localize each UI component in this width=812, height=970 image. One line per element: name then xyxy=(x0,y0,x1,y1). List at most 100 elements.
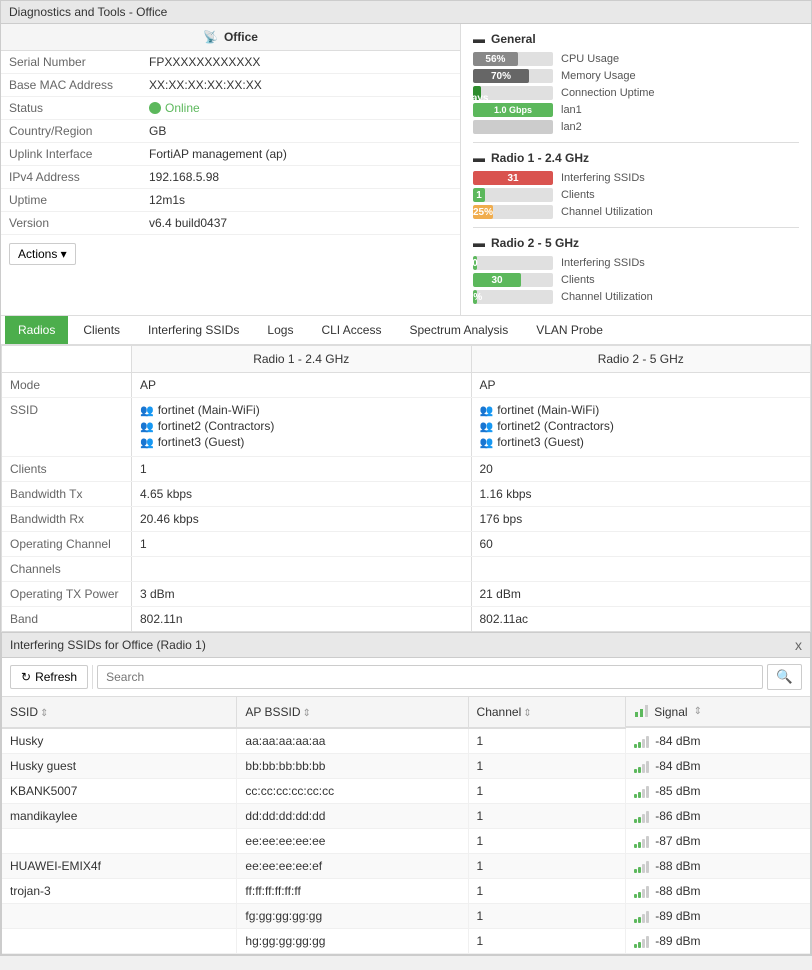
cell-bssid: bb:bb:bb:bb:bb xyxy=(237,754,468,779)
tab-spectrum-analysis[interactable]: Spectrum Analysis xyxy=(396,316,521,344)
device-header: 📡 Office xyxy=(1,24,460,51)
refresh-button[interactable]: ↻ Refresh xyxy=(10,665,88,689)
table-row: ee:ee:ee:ee:ee1 -87 dBm xyxy=(2,829,810,854)
mac-label: Base MAC Address xyxy=(1,74,141,97)
mode-row: Mode AP AP xyxy=(2,373,810,398)
radio2-toggle-icon[interactable]: ▬ xyxy=(473,236,485,250)
cell-ssid xyxy=(2,829,237,854)
country-row: Country/Region GB xyxy=(1,120,460,143)
cell-ssid xyxy=(2,904,237,929)
serial-row: Serial Number FPXXXXXXXXXXXX xyxy=(1,51,460,74)
version-label: Version xyxy=(1,212,141,235)
general-section-header: ▬ General xyxy=(473,32,799,46)
window-title: Diagnostics and Tools - Office xyxy=(0,0,812,23)
cell-ssid: KBANK5007 xyxy=(2,779,237,804)
cell-ssid: HUAWEI-EMIX4f xyxy=(2,854,237,879)
cell-channel: 1 xyxy=(468,854,626,879)
col-signal: Signal⇕ xyxy=(626,697,810,728)
cell-bssid: hg:gg:gg:gg:gg xyxy=(237,929,468,954)
cell-signal: -89 dBm xyxy=(626,929,810,954)
ipv4-value: 192.168.5.98 xyxy=(141,166,460,189)
r2-clients-bar: 30 xyxy=(473,273,521,287)
col-bssid: AP BSSID⇕ xyxy=(237,697,468,728)
cell-bssid: aa:aa:aa:aa:aa xyxy=(237,728,468,754)
cell-signal: -85 dBm xyxy=(626,779,810,804)
tab-logs[interactable]: Logs xyxy=(254,316,306,344)
status-value: Online xyxy=(141,97,460,120)
r1-interfering-row: 31 Interfering SSIDs xyxy=(473,171,799,185)
cell-signal: -88 dBm xyxy=(626,854,810,879)
device-icon: 📡 xyxy=(203,30,218,44)
tab-radios[interactable]: Radios xyxy=(5,316,68,344)
lan1-stat-row: 1.0 Gbps lan1 xyxy=(473,103,799,117)
status-row: Status Online xyxy=(1,97,460,120)
radio2-section-header: ▬ Radio 2 - 5 GHz xyxy=(473,236,799,250)
r1-channel-bar: 25% xyxy=(473,205,493,219)
bw-rx-row: Bandwidth Rx 20.46 kbps 176 bps xyxy=(2,507,810,532)
op-channel-row: Operating Channel 1 60 xyxy=(2,532,810,557)
radio-column-headers: Radio 1 - 2.4 GHz Radio 2 - 5 GHz xyxy=(2,346,810,373)
ipv4-label: IPv4 Address xyxy=(1,166,141,189)
toolbar-divider xyxy=(92,665,93,689)
tabs-bar: Radios Clients Interfering SSIDs Logs CL… xyxy=(1,316,811,345)
uptime-row: Uptime 12m1s xyxy=(1,189,460,212)
ssid-val1: 👥fortinet (Main-WiFi) 👥fortinet2 (Contra… xyxy=(132,398,472,456)
cell-bssid: dd:dd:dd:dd:dd xyxy=(237,804,468,829)
tx-power-row: Operating TX Power 3 dBm 21 dBm xyxy=(2,582,810,607)
tab-cli-access[interactable]: CLI Access xyxy=(308,316,394,344)
close-button[interactable]: x xyxy=(795,637,802,653)
table-row: KBANK5007cc:cc:cc:cc:cc:cc1 -85 dBm xyxy=(2,779,810,804)
cell-channel: 1 xyxy=(468,804,626,829)
search-input[interactable] xyxy=(97,665,763,689)
radio-data-section: Radio 1 - 2.4 GHz Radio 2 - 5 GHz Mode A… xyxy=(1,345,811,632)
lan1-label: lan1 xyxy=(561,104,582,116)
search-button[interactable]: 🔍 xyxy=(767,664,802,690)
r1-clients-bar: 1 xyxy=(473,188,485,202)
signal-bars-icon xyxy=(634,703,650,720)
radio1-title: Radio 1 - 2.4 GHz xyxy=(491,151,589,165)
interfering-header: Interfering SSIDs for Office (Radio 1) x xyxy=(2,633,810,658)
device-name: Office xyxy=(224,30,258,44)
radio1-section-header: ▬ Radio 1 - 2.4 GHz xyxy=(473,151,799,165)
actions-button[interactable]: Actions ▾ xyxy=(9,243,76,265)
band-row: Band 802.11n 802.11ac xyxy=(2,607,810,631)
r1-clients-row: 1 Clients xyxy=(473,188,799,202)
cell-signal: -84 dBm xyxy=(626,728,810,754)
col-channel: Channel⇕ xyxy=(468,697,626,728)
interfering-panel: Interfering SSIDs for Office (Radio 1) x… xyxy=(1,632,811,955)
ssid-val2: 👥fortinet (Main-WiFi) 👥fortinet2 (Contra… xyxy=(472,398,811,456)
interfering-title: Interfering SSIDs for Office (Radio 1) xyxy=(10,638,206,652)
radio2-col-header: Radio 2 - 5 GHz xyxy=(472,346,811,372)
table-header-row: SSID⇕ AP BSSID⇕ Channel⇕ Signal⇕ xyxy=(2,697,810,728)
cell-bssid: ee:ee:ee:ee:ef xyxy=(237,854,468,879)
mode-label: Mode xyxy=(2,373,132,397)
cell-ssid: mandikaylee xyxy=(2,804,237,829)
tab-interfering-ssids[interactable]: Interfering SSIDs xyxy=(135,316,252,344)
general-toggle-icon[interactable]: ▬ xyxy=(473,32,485,46)
cell-channel: 1 xyxy=(468,779,626,804)
col-ssid: SSID⇕ xyxy=(2,697,237,728)
cell-channel: 1 xyxy=(468,904,626,929)
clients-row: Clients 1 20 xyxy=(2,457,810,482)
radio1-toggle-icon[interactable]: ▬ xyxy=(473,151,485,165)
cell-channel: 1 xyxy=(468,728,626,754)
channels-row: Channels xyxy=(2,557,810,582)
uplink-row: Uplink Interface FortiAP management (ap) xyxy=(1,143,460,166)
bw-tx-row: Bandwidth Tx 4.65 kbps 1.16 kbps xyxy=(2,482,810,507)
cell-bssid: ff:ff:ff:ff:ff:ff xyxy=(237,879,468,904)
interfering-table: SSID⇕ AP BSSID⇕ Channel⇕ Signal⇕ xyxy=(2,697,810,954)
uptime-stat-row: 0 days Connection Uptime xyxy=(473,86,799,100)
cell-signal: -84 dBm xyxy=(626,754,810,779)
r1-clients-label: Clients xyxy=(561,189,595,201)
mem-label: Memory Usage xyxy=(561,70,636,82)
cpu-stat-row: 56% CPU Usage xyxy=(473,52,799,66)
refresh-icon: ↻ xyxy=(21,670,31,684)
tab-clients[interactable]: Clients xyxy=(70,316,133,344)
tab-vlan-probe[interactable]: VLAN Probe xyxy=(523,316,616,344)
mode-val1: AP xyxy=(132,373,472,397)
cell-signal: -88 dBm xyxy=(626,879,810,904)
cell-bssid: cc:cc:cc:cc:cc:cc xyxy=(237,779,468,804)
cell-ssid xyxy=(2,929,237,954)
cell-signal: -89 dBm xyxy=(626,904,810,929)
cell-signal: -87 dBm xyxy=(626,829,810,854)
